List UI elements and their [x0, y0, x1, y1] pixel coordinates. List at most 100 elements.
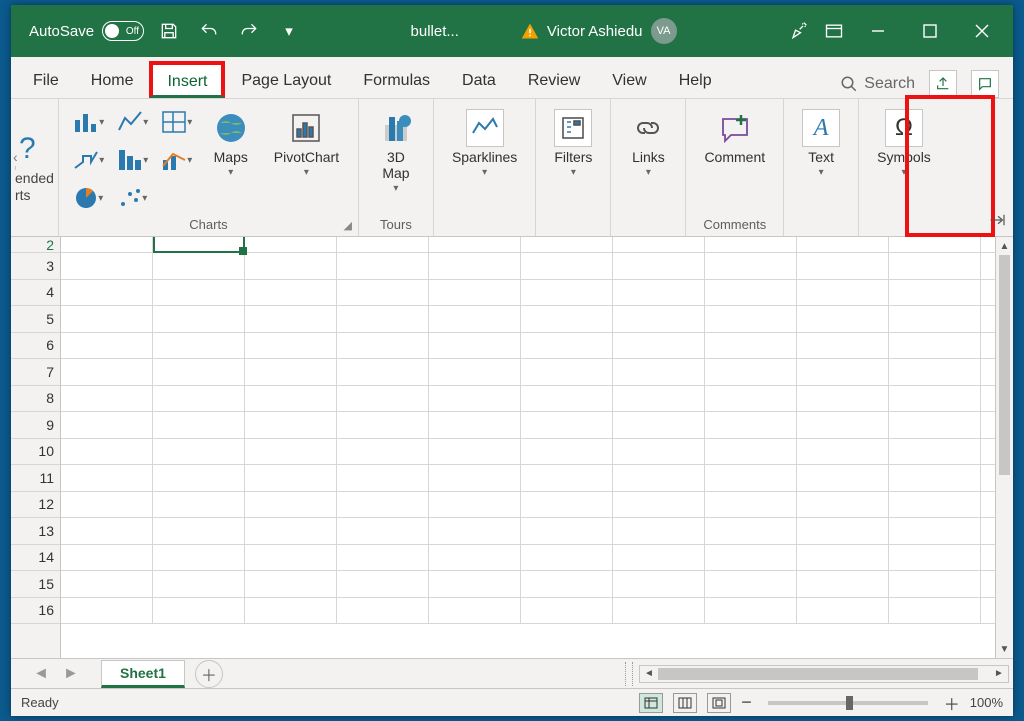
cell[interactable] [153, 359, 245, 385]
scroll-up-icon[interactable]: ▲ [996, 237, 1013, 255]
symbols-button[interactable]: Ω Symbols▾ [869, 105, 939, 182]
cell[interactable] [337, 545, 429, 571]
cell[interactable] [797, 571, 889, 597]
cell[interactable] [797, 359, 889, 385]
cell[interactable] [705, 412, 797, 438]
cell[interactable] [429, 359, 521, 385]
recommended-charts-partial[interactable]: ? endedrts [11, 99, 59, 236]
combo-chart-icon[interactable]: ▾ [158, 143, 196, 177]
search-box[interactable]: Search [840, 75, 915, 93]
row-header[interactable]: 8 [11, 386, 60, 413]
cell[interactable] [613, 253, 705, 279]
tab-help[interactable]: Help [663, 62, 728, 98]
cell[interactable] [889, 571, 981, 597]
tab-home[interactable]: Home [75, 62, 150, 98]
cell[interactable] [153, 545, 245, 571]
cell[interactable] [889, 412, 981, 438]
sheet-nav[interactable]: ◄► [11, 665, 101, 683]
cell[interactable] [889, 253, 981, 279]
cell[interactable] [337, 439, 429, 465]
redo-icon[interactable] [234, 16, 264, 46]
comment-button[interactable]: Comment [696, 105, 773, 169]
cell[interactable] [337, 518, 429, 544]
sheet-next-icon[interactable]: ► [63, 665, 79, 683]
row-header[interactable]: 5 [11, 306, 60, 333]
cell[interactable] [429, 306, 521, 332]
cell[interactable] [245, 359, 337, 385]
row-header[interactable]: 13 [11, 518, 60, 545]
cell[interactable] [153, 237, 245, 252]
cell[interactable] [889, 237, 981, 252]
cell[interactable] [889, 333, 981, 359]
text-button[interactable]: A Text▾ [794, 105, 848, 182]
cell[interactable] [613, 306, 705, 332]
hierarchy-chart-icon[interactable]: ▾ [158, 105, 196, 139]
row-header[interactable]: 10 [11, 439, 60, 466]
waterfall-chart-icon[interactable]: ▾ [70, 143, 108, 177]
cell[interactable] [153, 492, 245, 518]
cell[interactable] [337, 253, 429, 279]
qat-customize-icon[interactable]: ▾ [274, 16, 304, 46]
row-header[interactable]: 15 [11, 571, 60, 598]
cell[interactable] [521, 571, 613, 597]
cell[interactable] [61, 306, 153, 332]
cell[interactable] [705, 253, 797, 279]
cell[interactable] [153, 598, 245, 624]
line-chart-icon[interactable]: ▾ [114, 105, 152, 139]
cell[interactable] [521, 518, 613, 544]
cell[interactable] [521, 386, 613, 412]
maximize-button[interactable] [907, 11, 953, 51]
cell[interactable] [521, 333, 613, 359]
cell[interactable] [797, 518, 889, 544]
links-button[interactable]: Links▾ [621, 105, 675, 182]
cell[interactable] [61, 439, 153, 465]
cell[interactable] [337, 386, 429, 412]
cell[interactable] [889, 492, 981, 518]
row-header[interactable]: 11 [11, 465, 60, 492]
comments-pane-icon[interactable] [971, 70, 999, 98]
cell[interactable] [153, 571, 245, 597]
cell[interactable] [521, 237, 613, 252]
cell[interactable] [337, 237, 429, 252]
cell[interactable] [613, 386, 705, 412]
row-header[interactable]: 14 [11, 545, 60, 572]
cell[interactable] [613, 280, 705, 306]
cell[interactable] [889, 359, 981, 385]
cell[interactable] [245, 412, 337, 438]
row-header[interactable]: 4 [11, 280, 60, 307]
cell[interactable] [337, 571, 429, 597]
row-header[interactable]: 2 [11, 237, 60, 253]
cell[interactable] [613, 439, 705, 465]
view-normal-icon[interactable] [639, 693, 663, 713]
3d-map-button[interactable]: 3D Map▾ [369, 105, 423, 198]
cell[interactable] [705, 439, 797, 465]
cell[interactable] [797, 465, 889, 491]
row-header[interactable]: 3 [11, 253, 60, 280]
scroll-ribbon-left-icon[interactable]: ‹ [13, 149, 18, 165]
cell[interactable] [429, 492, 521, 518]
cell[interactable] [245, 237, 337, 252]
scroll-right-icon[interactable]: ► [990, 668, 1008, 679]
tab-page-layout[interactable]: Page Layout [225, 62, 347, 98]
cell[interactable] [797, 492, 889, 518]
cell[interactable] [429, 253, 521, 279]
row-header[interactable]: 12 [11, 492, 60, 519]
row-header[interactable]: 9 [11, 412, 60, 439]
cell[interactable] [153, 253, 245, 279]
cell[interactable] [153, 465, 245, 491]
cell[interactable] [61, 237, 153, 252]
cell[interactable] [153, 306, 245, 332]
cell[interactable] [429, 518, 521, 544]
tab-review[interactable]: Review [512, 62, 596, 98]
cell[interactable] [245, 598, 337, 624]
scroll-down-icon[interactable]: ▼ [996, 640, 1013, 658]
cell[interactable] [889, 280, 981, 306]
tab-insert[interactable]: Insert [149, 61, 225, 98]
zoom-slider[interactable] [768, 701, 928, 705]
scroll-left-icon[interactable]: ◄ [640, 668, 658, 679]
cell[interactable] [61, 386, 153, 412]
cell[interactable] [705, 518, 797, 544]
cell[interactable] [613, 545, 705, 571]
cell[interactable] [61, 492, 153, 518]
sparklines-button[interactable]: Sparklines▾ [444, 105, 525, 182]
